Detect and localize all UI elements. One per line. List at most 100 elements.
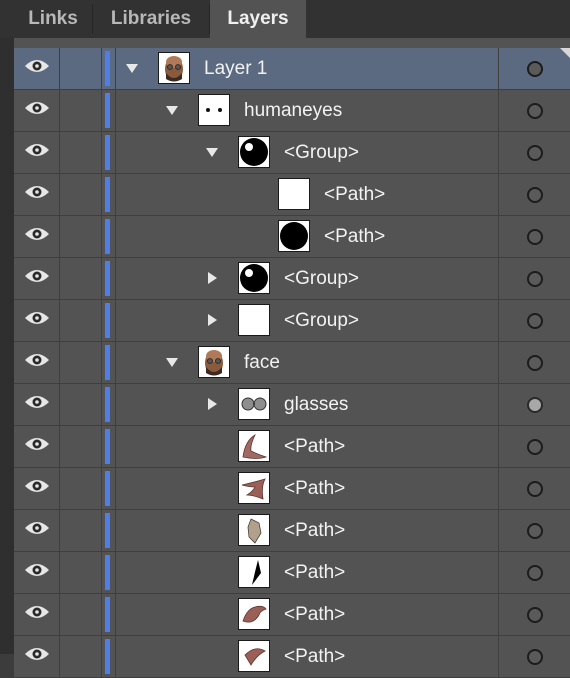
target-circle-icon[interactable] bbox=[526, 60, 543, 77]
lock-toggle[interactable] bbox=[60, 510, 102, 551]
lock-toggle[interactable] bbox=[60, 636, 102, 677]
layer-name[interactable]: humaneyes bbox=[244, 90, 342, 131]
column-divider bbox=[115, 90, 116, 131]
visibility-toggle[interactable] bbox=[14, 300, 60, 341]
lock-toggle[interactable] bbox=[60, 132, 102, 173]
layer-row[interactable]: glasses bbox=[14, 384, 570, 426]
eye-icon bbox=[24, 562, 50, 583]
visibility-toggle[interactable] bbox=[14, 342, 60, 383]
visibility-toggle[interactable] bbox=[14, 636, 60, 677]
layer-name[interactable]: <Group> bbox=[284, 132, 359, 173]
layer-color-indicator bbox=[105, 387, 110, 422]
visibility-toggle[interactable] bbox=[14, 594, 60, 635]
column-divider bbox=[115, 342, 116, 383]
lock-toggle[interactable] bbox=[60, 300, 102, 341]
chevron-down-icon[interactable] bbox=[204, 144, 220, 160]
layer-name[interactable]: glasses bbox=[284, 384, 348, 425]
column-divider bbox=[115, 510, 116, 551]
visibility-toggle[interactable] bbox=[14, 552, 60, 593]
layer-row[interactable]: <Path> bbox=[14, 510, 570, 552]
visibility-toggle[interactable] bbox=[14, 132, 60, 173]
layer-row[interactable]: <Path> bbox=[14, 174, 570, 216]
lock-toggle[interactable] bbox=[60, 594, 102, 635]
layer-name[interactable]: <Path> bbox=[324, 216, 385, 257]
layer-color-indicator bbox=[105, 471, 110, 506]
chevron-down-icon[interactable] bbox=[164, 354, 180, 370]
tab-links[interactable]: Links bbox=[14, 0, 92, 38]
blank-thumb bbox=[278, 178, 310, 210]
visibility-toggle[interactable] bbox=[14, 216, 60, 257]
layer-row[interactable]: Layer 1 bbox=[14, 48, 570, 90]
lock-toggle[interactable] bbox=[60, 552, 102, 593]
target-circle-icon[interactable] bbox=[526, 228, 543, 245]
layer-row[interactable]: <Group> bbox=[14, 300, 570, 342]
layer-name[interactable]: <Group> bbox=[284, 300, 359, 341]
layer-row[interactable]: humaneyes bbox=[14, 90, 570, 132]
target-circle-icon[interactable] bbox=[526, 270, 543, 287]
lock-toggle[interactable] bbox=[60, 342, 102, 383]
chevron-right-icon[interactable] bbox=[204, 396, 220, 412]
layer-row[interactable]: <Path> bbox=[14, 636, 570, 678]
visibility-toggle[interactable] bbox=[14, 174, 60, 215]
layer-row[interactable]: <Group> bbox=[14, 258, 570, 300]
chevron-down-icon[interactable] bbox=[164, 102, 180, 118]
target-circle-icon[interactable] bbox=[526, 354, 543, 371]
target-circle-icon[interactable] bbox=[526, 144, 543, 161]
chevron-right-icon[interactable] bbox=[204, 312, 220, 328]
tab-libraries[interactable]: Libraries bbox=[93, 0, 209, 38]
layer-color-indicator bbox=[105, 93, 110, 128]
eye-icon bbox=[24, 310, 50, 331]
target-circle-icon[interactable] bbox=[526, 480, 543, 497]
layer-name[interactable]: <Path> bbox=[284, 468, 345, 509]
target-column bbox=[498, 510, 570, 551]
target-circle-icon[interactable] bbox=[526, 312, 543, 329]
layer-row[interactable]: <Path> bbox=[14, 594, 570, 636]
layer-row[interactable]: <Path> bbox=[14, 468, 570, 510]
lock-toggle[interactable] bbox=[60, 426, 102, 467]
layer-name[interactable]: <Path> bbox=[284, 594, 345, 635]
layer-row[interactable]: <Path> bbox=[14, 216, 570, 258]
target-circle-icon[interactable] bbox=[526, 648, 543, 665]
target-circle-icon[interactable] bbox=[526, 522, 543, 539]
visibility-toggle[interactable] bbox=[14, 426, 60, 467]
chevron-down-icon[interactable] bbox=[124, 60, 140, 76]
target-circle-icon[interactable] bbox=[526, 606, 543, 623]
visibility-toggle[interactable] bbox=[14, 90, 60, 131]
layer-name[interactable]: <Path> bbox=[284, 510, 345, 551]
eye-icon bbox=[24, 142, 50, 163]
layer-row[interactable]: face bbox=[14, 342, 570, 384]
column-divider bbox=[115, 216, 116, 257]
visibility-toggle[interactable] bbox=[14, 468, 60, 509]
tab-layers[interactable]: Layers bbox=[210, 0, 306, 38]
lock-toggle[interactable] bbox=[60, 174, 102, 215]
target-circle-icon[interactable] bbox=[526, 396, 543, 413]
lock-toggle[interactable] bbox=[60, 216, 102, 257]
layer-name[interactable]: <Path> bbox=[324, 174, 385, 215]
lock-toggle[interactable] bbox=[60, 468, 102, 509]
layer-row[interactable]: <Path> bbox=[14, 552, 570, 594]
lock-toggle[interactable] bbox=[60, 48, 102, 89]
target-circle-icon[interactable] bbox=[526, 564, 543, 581]
lock-toggle[interactable] bbox=[60, 90, 102, 131]
visibility-toggle[interactable] bbox=[14, 384, 60, 425]
visibility-toggle[interactable] bbox=[14, 48, 60, 89]
target-circle-icon[interactable] bbox=[526, 102, 543, 119]
lock-toggle[interactable] bbox=[60, 384, 102, 425]
target-circle-icon[interactable] bbox=[526, 438, 543, 455]
layer-row[interactable]: <Path> bbox=[14, 426, 570, 468]
target-circle-icon[interactable] bbox=[526, 186, 543, 203]
layer-name[interactable]: <Group> bbox=[284, 258, 359, 299]
layer-name[interactable]: face bbox=[244, 342, 280, 383]
eye-icon bbox=[24, 352, 50, 373]
visibility-toggle[interactable] bbox=[14, 510, 60, 551]
layer-name[interactable]: <Path> bbox=[284, 636, 345, 677]
visibility-toggle[interactable] bbox=[14, 258, 60, 299]
layer-color-indicator bbox=[105, 555, 110, 590]
layer-name[interactable]: Layer 1 bbox=[204, 48, 267, 89]
lock-toggle[interactable] bbox=[60, 258, 102, 299]
layer-name[interactable]: <Path> bbox=[284, 552, 345, 593]
layer-row[interactable]: <Group> bbox=[14, 132, 570, 174]
chevron-right-icon[interactable] bbox=[204, 270, 220, 286]
blank-thumb bbox=[238, 304, 270, 336]
layer-name[interactable]: <Path> bbox=[284, 426, 345, 467]
